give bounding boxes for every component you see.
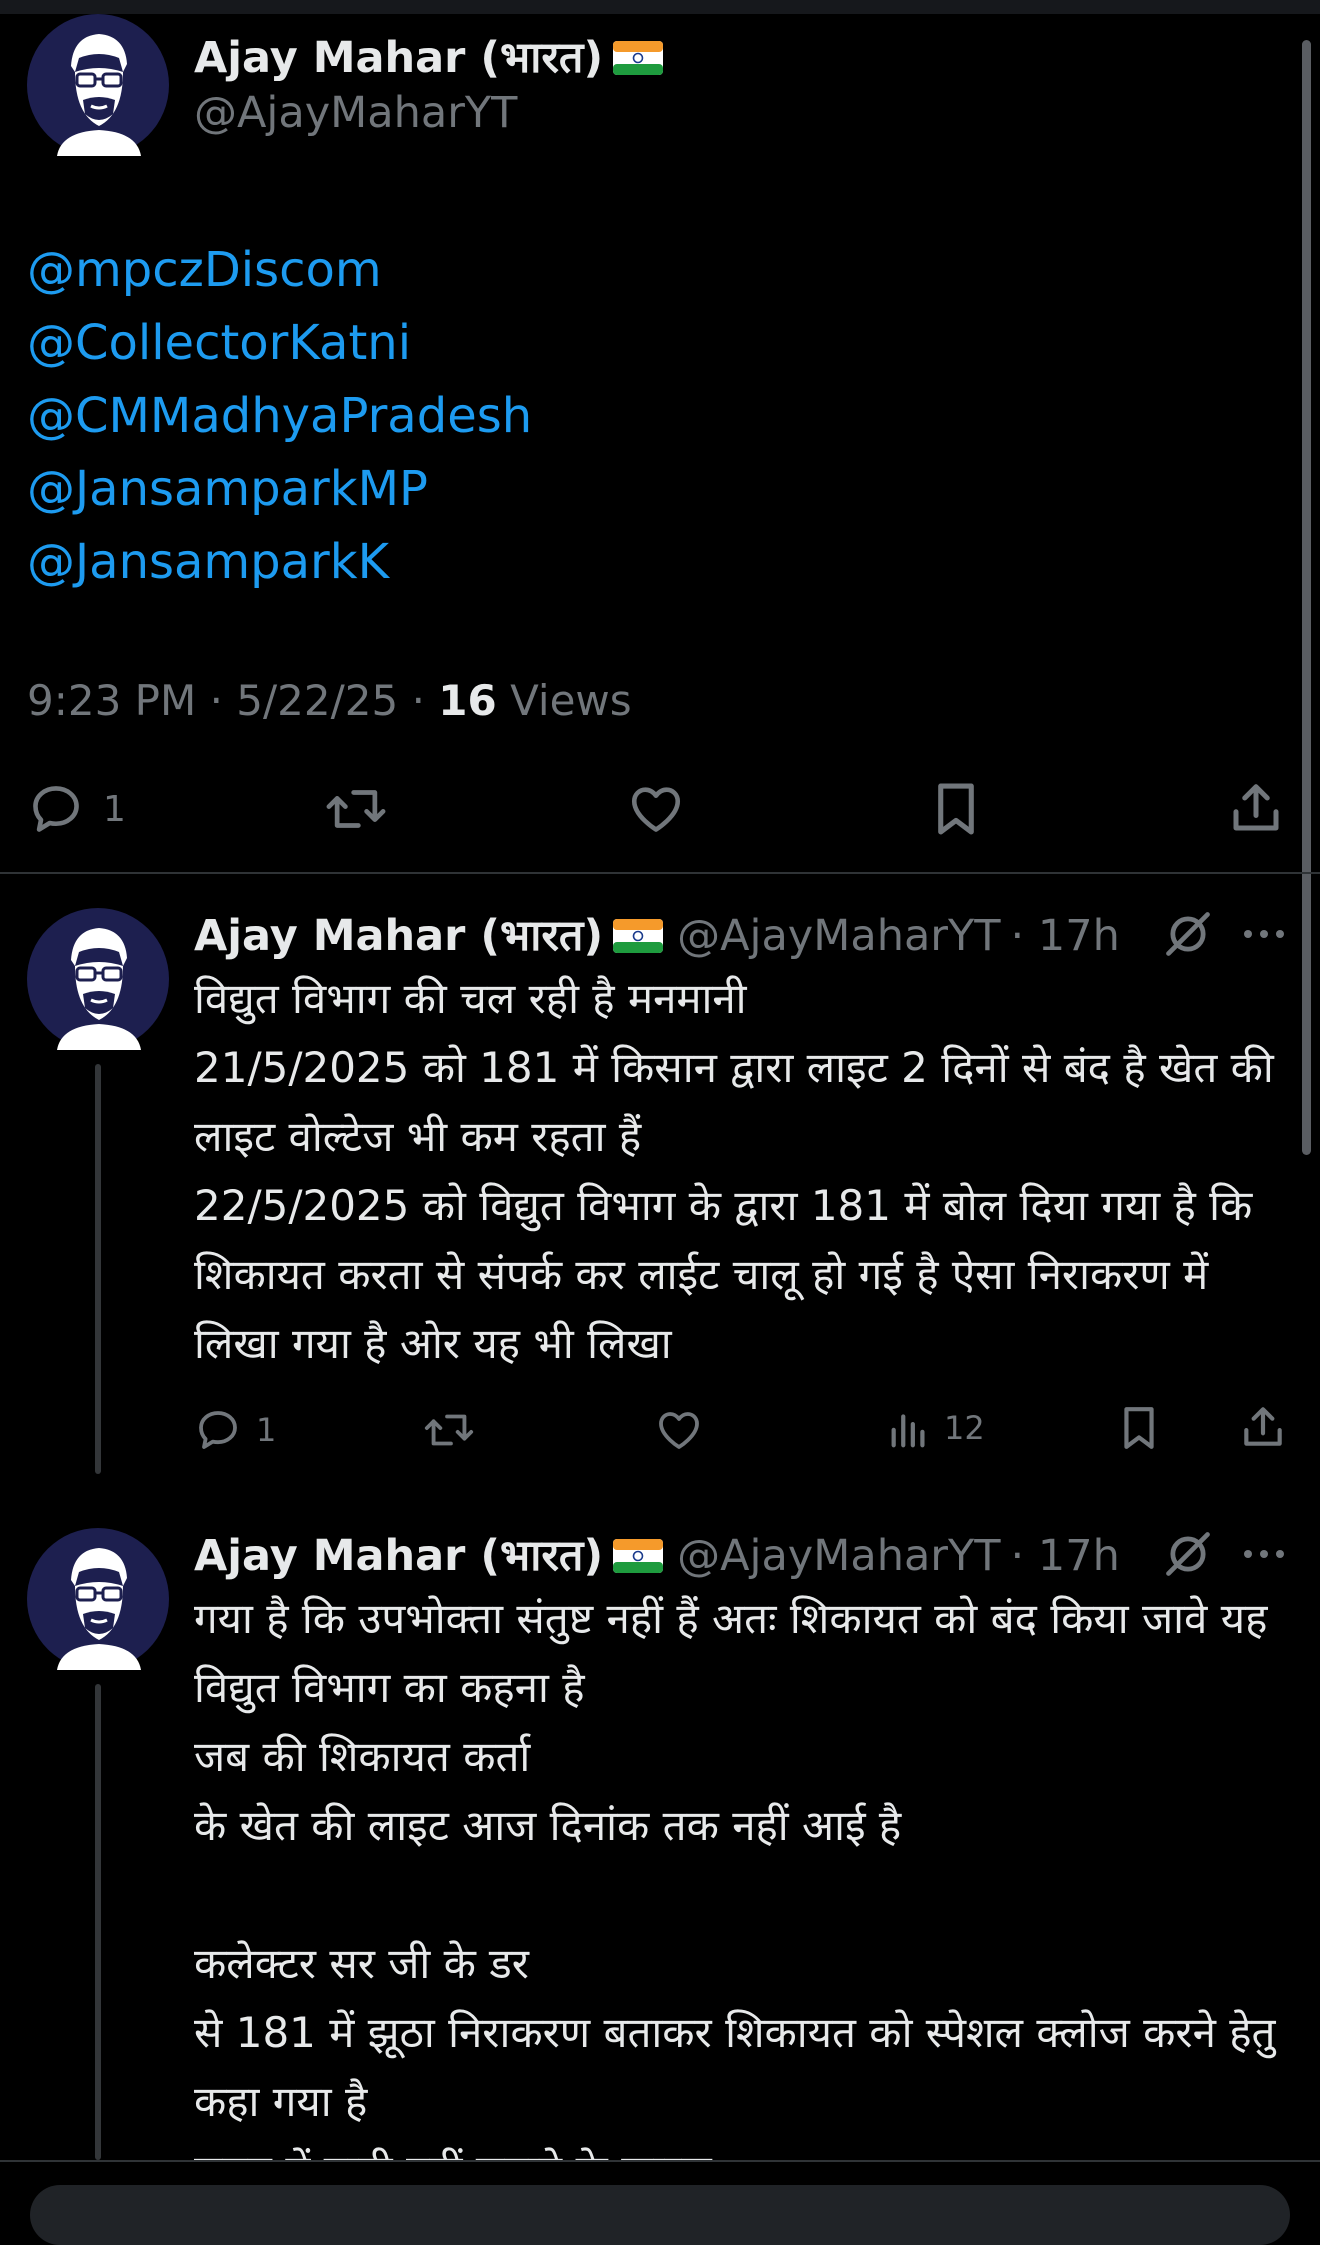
retweet-icon xyxy=(424,1414,474,1446)
divider xyxy=(0,872,1320,874)
india-flag-icon xyxy=(613,919,664,953)
divider xyxy=(0,2160,1320,2162)
reply-count: 1 xyxy=(256,1411,277,1449)
bar-chart-icon xyxy=(891,1414,925,1448)
author-name[interactable]: Ajay Mahar (भारत) xyxy=(194,26,664,85)
more-options-icon[interactable] xyxy=(1240,1530,1288,1582)
author-name[interactable]: Ajay Mahar (भारत) xyxy=(194,1531,603,1581)
like-button[interactable] xyxy=(654,1406,704,1454)
mention-link[interactable]: @JansamparkMP xyxy=(27,461,428,517)
mention-link[interactable]: @JansamparkK xyxy=(27,534,389,590)
reply-time[interactable]: · 17h xyxy=(1011,911,1120,961)
mention-link[interactable]: @CMMadhyaPradesh xyxy=(27,388,532,444)
status-bar-strip xyxy=(0,0,1320,14)
avatar[interactable] xyxy=(27,1528,169,1670)
thread-line xyxy=(95,1684,101,2160)
india-flag-icon xyxy=(613,1539,664,1573)
retweet-icon xyxy=(326,790,386,828)
india-flag-icon xyxy=(613,41,664,75)
tweet-time[interactable]: 9:23 PM xyxy=(27,676,196,725)
reply-icon xyxy=(33,786,79,832)
grok-icon[interactable] xyxy=(1162,1528,1214,1584)
bookmark-icon xyxy=(938,783,974,835)
share-icon xyxy=(1233,784,1279,831)
reply-text: गया है कि उपभोक्ता संतुष्ट नहीं हैं अतः … xyxy=(194,1594,1276,2160)
avatar[interactable] xyxy=(27,908,169,1050)
reply-composer-bar[interactable] xyxy=(30,2185,1290,2245)
heart-icon xyxy=(659,1412,699,1449)
author-handle[interactable]: @AjayMaharYT xyxy=(677,911,1000,961)
author-name-text: Ajay Mahar (भारत) xyxy=(194,33,604,83)
author-handle[interactable]: @AjayMaharYT xyxy=(194,88,517,138)
thread-line xyxy=(95,1064,101,1474)
bookmark-button[interactable] xyxy=(928,778,984,840)
reply-header: Ajay Mahar (भारत) @AjayMaharYT · 17h xyxy=(194,1524,1120,1583)
views-label: Views xyxy=(510,676,632,725)
heart-icon xyxy=(631,787,681,832)
more-options-icon[interactable] xyxy=(1240,910,1288,962)
avatar[interactable] xyxy=(27,14,169,156)
retweet-button[interactable] xyxy=(422,1406,476,1454)
scrollbar[interactable] xyxy=(1302,40,1311,1155)
reply-icon xyxy=(199,1411,237,1449)
like-button[interactable] xyxy=(626,780,686,838)
views-button[interactable]: 12 xyxy=(886,1404,985,1452)
mention-link[interactable]: @CollectorKatni xyxy=(27,315,411,371)
reply-button[interactable]: 1 xyxy=(194,1406,276,1454)
tweet-meta: 9:23 PM · 5/22/25 · 16 Views xyxy=(27,676,632,725)
reply-count: 1 xyxy=(103,788,126,830)
share-button[interactable] xyxy=(1226,778,1286,838)
share-icon xyxy=(1244,1407,1282,1446)
bookmark-button[interactable] xyxy=(1116,1402,1162,1454)
views-count: 16 xyxy=(438,676,497,725)
reply-header: Ajay Mahar (भारत) @AjayMaharYT · 17h xyxy=(194,904,1120,963)
share-button[interactable] xyxy=(1238,1402,1288,1452)
reply-text: विद्युत विभाग की चल रही है मनमानी 21/5/2… xyxy=(194,974,1274,1368)
mention-link[interactable]: @mpczDiscom xyxy=(27,242,382,298)
bookmark-icon xyxy=(1124,1407,1154,1449)
reply-button[interactable]: 1 xyxy=(27,780,126,838)
views-count: 12 xyxy=(944,1409,985,1447)
retweet-button[interactable] xyxy=(323,780,389,838)
grok-icon[interactable] xyxy=(1162,908,1214,964)
author-handle[interactable]: @AjayMaharYT xyxy=(677,1531,1000,1581)
author-name[interactable]: Ajay Mahar (भारत) xyxy=(194,911,603,961)
tweet-date[interactable]: 5/22/25 xyxy=(236,676,398,725)
reply-time[interactable]: · 17h xyxy=(1011,1531,1120,1581)
